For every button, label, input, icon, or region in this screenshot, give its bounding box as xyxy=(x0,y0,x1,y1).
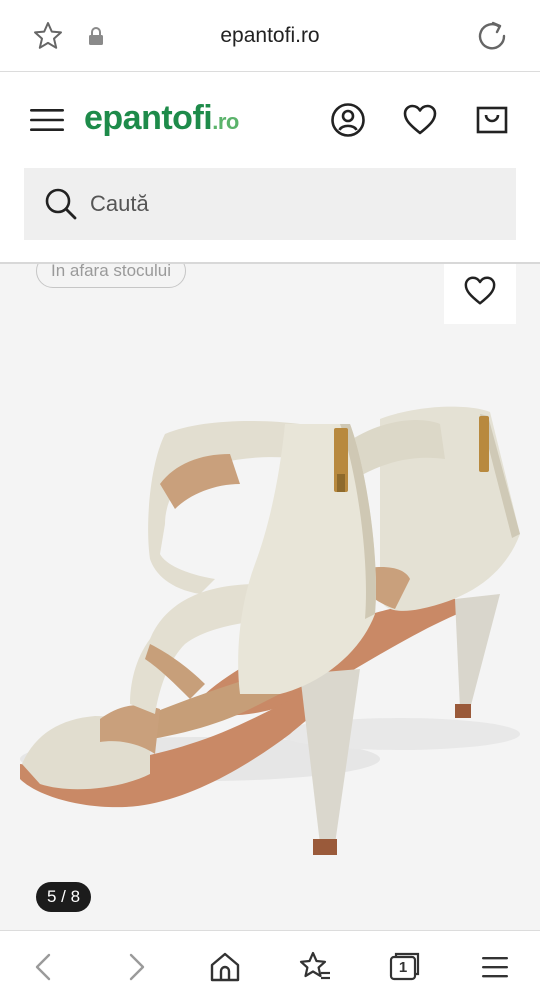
site-header: epantofi.ro xyxy=(0,72,540,168)
image-counter: 5 / 8 xyxy=(36,882,92,912)
tab-count: 1 xyxy=(398,959,408,976)
search-icon[interactable] xyxy=(44,187,78,221)
search-bar[interactable] xyxy=(24,168,516,240)
url-text[interactable]: epantofi.ro xyxy=(0,24,540,48)
browser-address-bar: epantofi.ro xyxy=(0,0,540,72)
product-image-sandal xyxy=(20,406,520,855)
tabs-button[interactable]: 1 xyxy=(387,949,423,985)
product-image-gallery[interactable]: În afara stocului 5 / 8 xyxy=(0,264,540,930)
browser-bottom-nav: 1 xyxy=(0,930,540,1002)
menu-icon[interactable] xyxy=(30,108,64,132)
cart-icon[interactable] xyxy=(474,102,510,138)
reload-icon[interactable] xyxy=(476,20,508,52)
back-icon[interactable] xyxy=(26,949,62,985)
search-input[interactable] xyxy=(90,188,490,220)
heart-icon xyxy=(464,276,496,305)
browser-menu-icon[interactable] xyxy=(477,949,513,985)
home-icon[interactable] xyxy=(207,949,243,985)
add-to-wishlist-button[interactable] xyxy=(444,264,516,324)
logo-suffix-text: .ro xyxy=(212,109,239,134)
site-logo[interactable]: epantofi.ro xyxy=(84,99,239,138)
wishlist-icon[interactable] xyxy=(402,102,438,138)
out-of-stock-badge: În afara stocului xyxy=(36,264,187,288)
logo-main-text: epantofi xyxy=(84,99,213,137)
account-icon[interactable] xyxy=(330,102,366,138)
forward-icon[interactable] xyxy=(118,949,154,985)
favorites-icon[interactable] xyxy=(297,949,333,985)
